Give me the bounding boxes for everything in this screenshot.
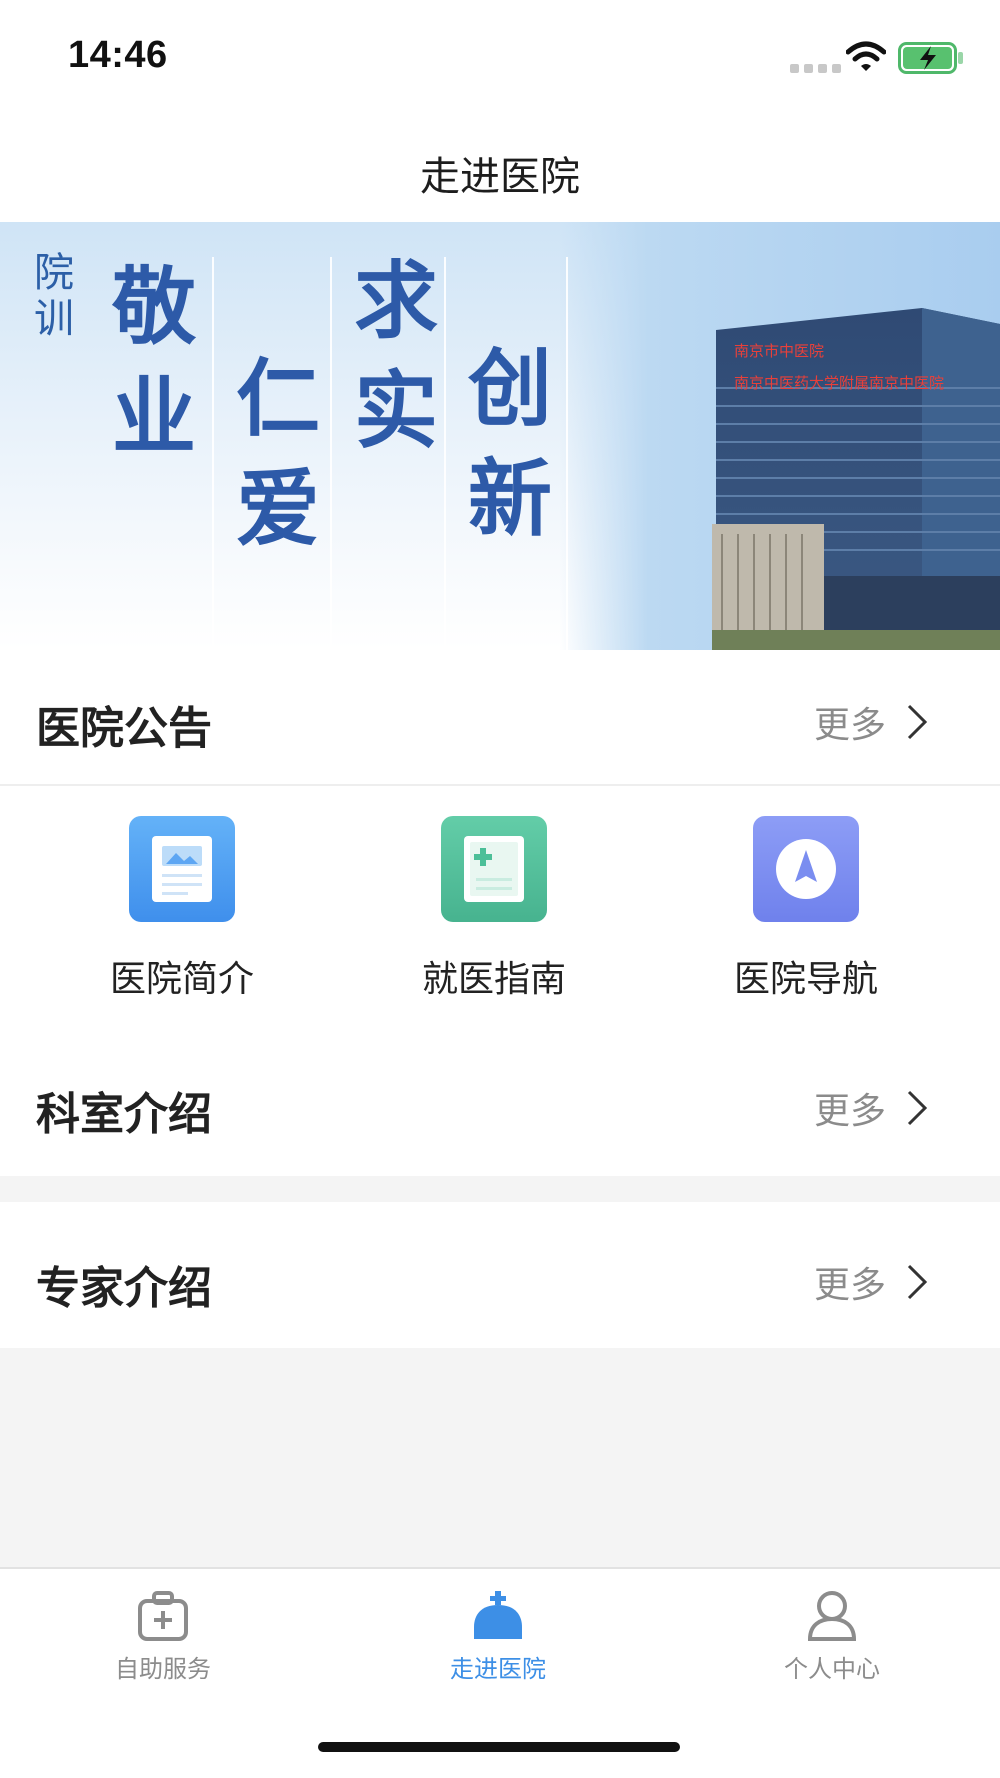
departments-title: 科室介绍 bbox=[36, 1089, 212, 1140]
motto-word-jingye: 敬业 bbox=[111, 257, 196, 466]
tab-personal-center[interactable]: 个人中心 bbox=[722, 1589, 942, 1684]
tab-visit-hospital[interactable]: 走进医院 bbox=[388, 1589, 608, 1684]
user-icon bbox=[807, 1591, 857, 1641]
quick-link-label: 医院简介 bbox=[109, 959, 254, 1000]
departments-section[interactable]: 科室介绍 更多 bbox=[0, 1026, 1000, 1176]
cellular-signal-icon bbox=[790, 64, 841, 73]
tab-label: 自助服务 bbox=[115, 1655, 211, 1683]
motto-label: 院训 bbox=[34, 250, 74, 342]
hospital-building-image: 南京市中医院 南京中医药大学附属南京中医院 bbox=[712, 308, 1000, 650]
motto-word-qiushi: 求实 bbox=[353, 251, 438, 460]
chevron-right-icon bbox=[907, 1090, 928, 1126]
tab-label: 走进医院 bbox=[450, 1655, 546, 1683]
experts-more-link[interactable]: 更多 bbox=[814, 1256, 928, 1308]
tab-label: 个人中心 bbox=[784, 1655, 880, 1683]
quick-link-label: 就医指南 bbox=[421, 959, 566, 1000]
tab-self-service[interactable]: 自助服务 bbox=[53, 1589, 273, 1684]
banner-divider-line bbox=[212, 257, 214, 650]
navigation-bar: 走进医院 bbox=[0, 120, 1000, 222]
hospital-banner[interactable]: 院训 敬业 仁爱 求实 创新 南京市中医院 南京中医药大学附属南京中医院 bbox=[0, 222, 1000, 650]
announcements-title: 医院公告 bbox=[36, 703, 212, 754]
experts-section[interactable]: 专家介绍 更多 bbox=[0, 1202, 1000, 1348]
announcements-more-link[interactable]: 更多 bbox=[814, 696, 928, 748]
quick-link-medical-guide[interactable]: 就医指南 bbox=[384, 816, 604, 1002]
motto-word-renai: 仁爱 bbox=[235, 349, 320, 558]
compass-icon bbox=[753, 816, 859, 922]
building-sign-2: 南京中医药大学附属南京中医院 bbox=[734, 374, 944, 392]
hospital-icon bbox=[474, 1591, 522, 1639]
motto-word-chuangxin: 创新 bbox=[467, 339, 552, 548]
app-screen: 14:46 走进医院 院训 敬业 仁爱 求实 创新 南京市中医院 南京中医药大学… bbox=[0, 0, 1000, 1778]
home-indicator[interactable] bbox=[318, 1742, 680, 1752]
quick-link-hospital-navigation[interactable]: 医院导航 bbox=[696, 816, 916, 1002]
more-label: 更多 bbox=[813, 1265, 886, 1306]
more-label: 更多 bbox=[813, 705, 886, 746]
banner-divider-line bbox=[566, 257, 568, 650]
battery-charging-icon bbox=[898, 42, 963, 74]
more-label: 更多 bbox=[813, 1091, 886, 1132]
medical-guide-icon bbox=[441, 816, 547, 922]
chevron-right-icon bbox=[907, 704, 928, 740]
status-time: 14:46 bbox=[68, 34, 168, 76]
document-image-icon bbox=[129, 816, 235, 922]
wifi-icon bbox=[846, 41, 886, 71]
banner-divider-line bbox=[330, 257, 332, 650]
experts-title: 专家介绍 bbox=[36, 1263, 212, 1314]
section-spacer bbox=[0, 1176, 1000, 1202]
page-title: 走进医院 bbox=[420, 154, 580, 200]
status-bar: 14:46 bbox=[0, 0, 1000, 120]
chevron-right-icon bbox=[907, 1264, 928, 1300]
medical-kit-icon bbox=[138, 1591, 188, 1641]
announcements-section[interactable]: 医院公告 更多 bbox=[0, 650, 1000, 784]
quick-link-hospital-intro[interactable]: 医院简介 bbox=[72, 816, 292, 1002]
departments-more-link[interactable]: 更多 bbox=[814, 1082, 928, 1134]
quick-link-label: 医院导航 bbox=[733, 959, 878, 1000]
content-background bbox=[0, 1348, 1000, 1567]
quick-links-grid: 医院简介 就医指南 医院导航 bbox=[0, 786, 1000, 1026]
building-sign-1: 南京市中医院 bbox=[734, 342, 824, 360]
